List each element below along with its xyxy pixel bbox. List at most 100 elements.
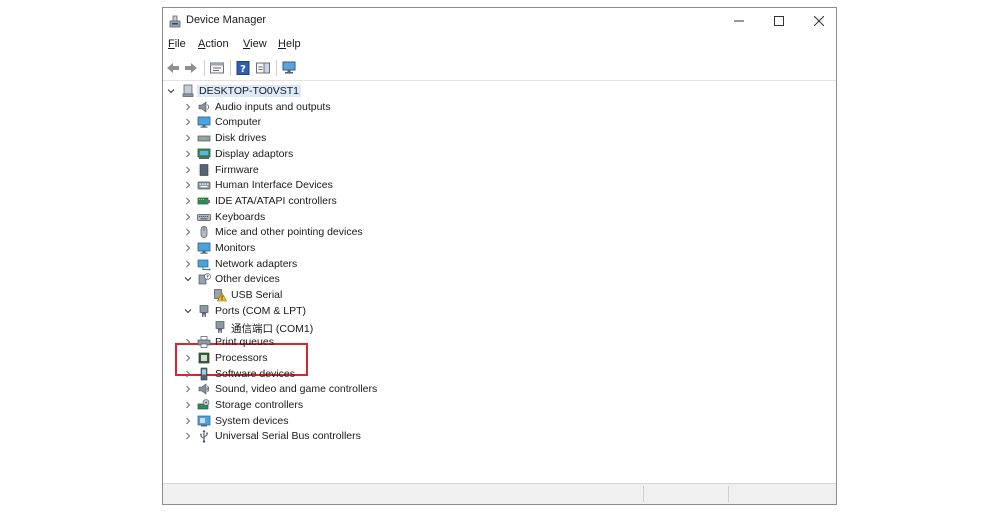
- chevron-down-icon[interactable]: [182, 303, 194, 319]
- svg-text:?: ?: [240, 64, 246, 75]
- device-manager-window: Device Manager File Action View Help ? D…: [162, 7, 837, 505]
- chevron-right-icon[interactable]: [182, 177, 194, 193]
- device-manager-icon: [167, 13, 183, 29]
- chevron-right-icon[interactable]: [182, 209, 194, 225]
- tree-device[interactable]: USB Serial: [163, 287, 823, 303]
- forward-button[interactable]: [183, 60, 201, 76]
- help-icon: ?: [236, 61, 250, 75]
- scan-hardware-icon: [282, 61, 296, 74]
- tree-item-label: Sound, video and game controllers: [215, 383, 378, 396]
- speaker-icon: [197, 100, 211, 114]
- status-divider: [728, 486, 729, 502]
- properties-icon: [210, 62, 224, 74]
- tree-item-label: Keyboards: [215, 210, 266, 223]
- computer-root-icon: [181, 84, 195, 98]
- tree-category[interactable]: IDE ATA/ATAPI controllers: [163, 193, 823, 209]
- storage-controller-icon: [197, 398, 211, 412]
- tree-category[interactable]: Print queues: [163, 334, 823, 350]
- tree-category[interactable]: Human Interface Devices: [163, 177, 823, 193]
- chevron-right-icon[interactable]: [182, 428, 194, 444]
- chevron-right-icon[interactable]: [182, 224, 194, 240]
- title-bar[interactable]: Device Manager: [163, 8, 836, 34]
- chevron-down-icon[interactable]: [182, 271, 194, 287]
- keyboard-icon: [197, 210, 211, 224]
- menu-bar: File Action View Help: [163, 36, 836, 56]
- close-button[interactable]: [799, 8, 839, 34]
- disk-drive-icon: [197, 131, 211, 145]
- chevron-right-icon[interactable]: [182, 99, 194, 115]
- tree-category[interactable]: Ports (COM & LPT): [163, 303, 823, 319]
- properties-button[interactable]: [209, 60, 227, 76]
- tree-device[interactable]: 通信端口 (COM1): [163, 319, 823, 335]
- tree-item-label: Firmware: [215, 163, 259, 176]
- tree-category[interactable]: Software devices: [163, 366, 823, 382]
- tree-category[interactable]: Computer: [163, 114, 823, 130]
- action-pane-button[interactable]: [255, 60, 273, 76]
- chevron-right-icon[interactable]: [182, 366, 194, 382]
- tree-category[interactable]: Audio inputs and outputs: [163, 99, 823, 115]
- chevron-right-icon[interactable]: [182, 162, 194, 178]
- chevron-right-icon[interactable]: [182, 256, 194, 272]
- close-icon: [814, 16, 824, 26]
- tree-item-label: Print queues: [215, 336, 274, 349]
- tree-category[interactable]: Mice and other pointing devices: [163, 224, 823, 240]
- tree-category[interactable]: ? Other devices: [163, 271, 823, 287]
- tree-category[interactable]: Storage controllers: [163, 397, 823, 413]
- forward-arrow-icon: [185, 63, 197, 73]
- back-arrow-icon: [167, 63, 179, 73]
- ide-controller-icon: [197, 194, 211, 208]
- network-adapter-icon: [197, 257, 211, 271]
- scan-hardware-button[interactable]: [281, 60, 299, 76]
- chevron-right-icon[interactable]: [182, 413, 194, 429]
- chevron-right-icon[interactable]: [182, 397, 194, 413]
- help-button[interactable]: ?: [235, 60, 253, 76]
- menu-file[interactable]: File: [168, 38, 186, 50]
- sound-icon: [197, 382, 211, 396]
- system-device-icon: [197, 414, 211, 428]
- tree-category[interactable]: Display adaptors: [163, 146, 823, 162]
- tree-category[interactable]: Network adapters: [163, 256, 823, 272]
- toolbar-separator: [230, 60, 231, 76]
- menu-help[interactable]: Help: [278, 38, 301, 50]
- tree-root[interactable]: DESKTOP-TO0VST1: [163, 83, 823, 99]
- tree-category[interactable]: Universal Serial Bus controllers: [163, 428, 823, 444]
- back-button[interactable]: [165, 60, 183, 76]
- maximize-button[interactable]: [759, 8, 799, 34]
- menu-view[interactable]: View: [243, 38, 267, 50]
- firmware-icon: [197, 163, 211, 177]
- chevron-down-icon[interactable]: [165, 83, 177, 99]
- tree-category[interactable]: Monitors: [163, 240, 823, 256]
- tree-item-label: Storage controllers: [215, 399, 304, 411]
- tree-category[interactable]: Firmware: [163, 162, 823, 178]
- tree-item-label: Software devices: [215, 367, 295, 380]
- chevron-right-icon[interactable]: [182, 350, 194, 366]
- port-icon: [197, 304, 211, 318]
- minimize-button[interactable]: [719, 8, 759, 34]
- toolbar: ?: [163, 56, 836, 81]
- toolbar-separator: [276, 60, 277, 76]
- tree-item-label: Mice and other pointing devices: [215, 226, 363, 239]
- tree-category[interactable]: System devices: [163, 413, 823, 429]
- chevron-right-icon[interactable]: [182, 114, 194, 130]
- chevron-right-icon[interactable]: [182, 240, 194, 256]
- chevron-right-icon[interactable]: [182, 334, 194, 350]
- tree-item-label: USB Serial: [231, 289, 283, 302]
- chevron-right-icon[interactable]: [182, 146, 194, 162]
- chevron-right-icon[interactable]: [182, 130, 194, 146]
- action-pane-icon: [256, 62, 270, 74]
- tree-item-label: Disk drives: [215, 132, 267, 145]
- device-tree: DESKTOP-TO0VST1 Audio inputs and outputs C…: [163, 81, 836, 482]
- tree-category[interactable]: Sound, video and game controllers: [163, 381, 823, 397]
- chevron-right-icon[interactable]: [182, 193, 194, 209]
- status-divider: [643, 486, 644, 502]
- menu-action[interactable]: Action: [198, 38, 229, 50]
- warning-device-icon: [213, 288, 227, 302]
- chevron-right-icon[interactable]: [182, 381, 194, 397]
- tree-category[interactable]: Processors: [163, 350, 823, 366]
- tree-item-label: Monitors: [215, 242, 256, 254]
- tree-category[interactable]: Keyboards: [163, 209, 823, 225]
- tree-item-label: System devices: [215, 414, 289, 427]
- tree-item-label: Network adapters: [215, 257, 298, 270]
- monitor-icon: [197, 115, 211, 129]
- tree-category[interactable]: Disk drives: [163, 130, 823, 146]
